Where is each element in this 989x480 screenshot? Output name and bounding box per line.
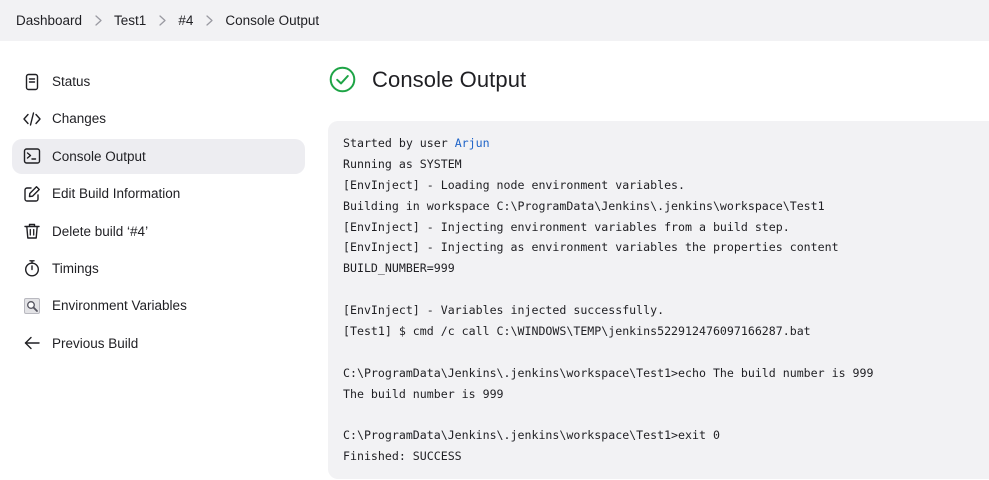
- breadcrumb: Dashboard Test1 #4 Console Output: [0, 0, 989, 41]
- arrow-left-icon: [22, 333, 42, 353]
- sidebar-item-timings[interactable]: Timings: [12, 251, 305, 286]
- sidebar: Status Changes Console Output Edit Build…: [12, 64, 305, 363]
- sidebar-item-previous-build[interactable]: Previous Build: [12, 326, 305, 361]
- sidebar-item-label: Timings: [52, 260, 99, 276]
- sidebar-item-label: Changes: [52, 111, 107, 127]
- console-line-started: Started by user Arjun: [343, 133, 989, 154]
- sidebar-item-label: Delete build ‘#4’: [52, 223, 149, 239]
- console-line: Building in workspace C:\ProgramData\Jen…: [343, 198, 825, 213]
- console-line: C:\ProgramData\Jenkins\.jenkins\workspac…: [343, 365, 874, 380]
- sidebar-item-changes[interactable]: Changes: [12, 101, 305, 136]
- breadcrumb-dashboard[interactable]: Dashboard: [16, 13, 82, 28]
- page-header: Console Output: [329, 66, 526, 93]
- stopwatch-icon: [22, 258, 42, 278]
- edit-icon: [22, 184, 42, 204]
- terminal-icon: [22, 146, 42, 166]
- console-line: BUILD_NUMBER=999: [343, 261, 455, 276]
- console-line: The build number is 999: [343, 386, 504, 401]
- user-link[interactable]: Arjun: [455, 136, 490, 150]
- console-output: Started by user Arjun Running as SYSTEM [E…: [328, 121, 989, 479]
- sidebar-item-label: Previous Build: [52, 335, 139, 351]
- breadcrumb-job[interactable]: Test1: [114, 13, 146, 28]
- breadcrumb-build[interactable]: #4: [178, 13, 193, 28]
- sidebar-item-label: Console Output: [52, 148, 146, 164]
- sidebar-item-console-output[interactable]: Console Output: [12, 138, 305, 174]
- console-line: C:\ProgramData\Jenkins\.jenkins\workspac…: [343, 428, 720, 443]
- console-line: [EnvInject] - Variables injected success…: [343, 303, 665, 318]
- console-line: [Test1] $ cmd /c call C:\WINDOWS\TEMP\je…: [343, 324, 811, 339]
- chevron-right-icon: [146, 15, 178, 26]
- code-icon: [22, 109, 42, 129]
- console-line: [EnvInject] - Injecting as environment v…: [343, 240, 839, 255]
- console-started-prefix: Started by user: [343, 136, 455, 150]
- trash-icon: [22, 221, 42, 241]
- sidebar-item-environment-variables[interactable]: Environment Variables: [12, 288, 305, 323]
- console-line: Running as SYSTEM: [343, 156, 462, 171]
- env-vars-icon: [22, 296, 42, 316]
- sidebar-item-label: Environment Variables: [52, 298, 187, 314]
- status-icon: [22, 72, 42, 92]
- page-title: Console Output: [372, 66, 527, 92]
- sidebar-item-edit-build-information[interactable]: Edit Build Information: [12, 176, 305, 211]
- console-line: [EnvInject] - Loading node environment v…: [343, 177, 686, 192]
- sidebar-item-delete-build[interactable]: Delete build ‘#4’: [12, 214, 305, 249]
- chevron-right-icon: [82, 15, 114, 26]
- sidebar-item-label: Status: [52, 74, 91, 89]
- sidebar-item-label: Edit Build Information: [52, 186, 181, 202]
- chevron-right-icon: [193, 15, 225, 26]
- success-check-icon: [329, 66, 356, 93]
- breadcrumb-console-output[interactable]: Console Output: [225, 13, 319, 28]
- sidebar-item-status[interactable]: Status: [12, 64, 305, 99]
- console-line: Finished: SUCCESS: [343, 449, 462, 464]
- console-line: [EnvInject] - Injecting environment vari…: [343, 219, 790, 234]
